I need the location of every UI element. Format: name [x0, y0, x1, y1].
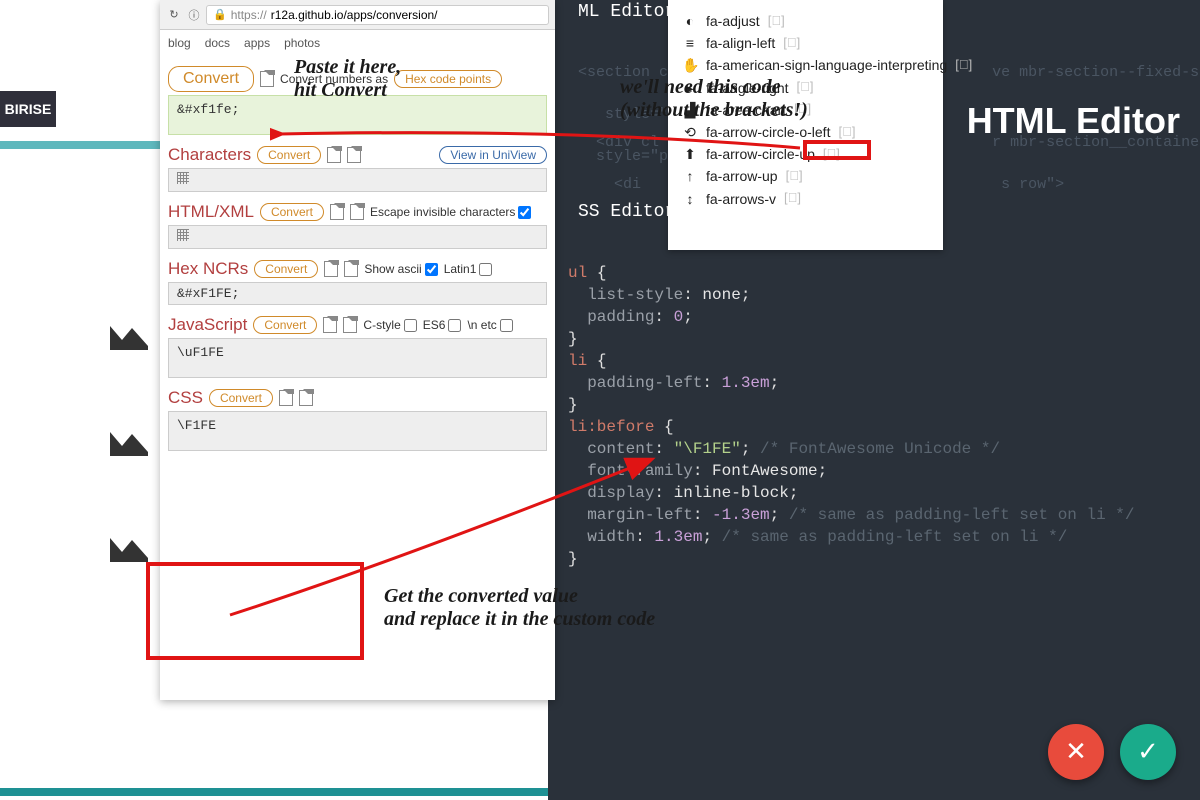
doc-icon[interactable] — [299, 390, 313, 406]
characters-output[interactable] — [168, 168, 547, 192]
fa-icon: ↕ — [682, 190, 698, 208]
doc-icon[interactable] — [343, 317, 357, 333]
fa-name: fa-arrow-circle-up — [706, 145, 815, 163]
css-title: CSS — [168, 388, 203, 408]
url-path: r12a.github.io/apps/conversion/ — [271, 8, 438, 22]
css-code-block[interactable]: ul { list-style: none; padding: 0; } li … — [568, 262, 1135, 570]
fa-list-item[interactable]: ✋fa-american-sign-language-interpreting … — [682, 54, 929, 76]
htmlxml-title: HTML/XML — [168, 202, 254, 222]
fa-icon: ◐ — [682, 12, 698, 30]
lock-icon: 🔒 — [213, 8, 227, 21]
doc-icon[interactable] — [347, 147, 361, 163]
css-output[interactable]: \F1FE — [168, 411, 547, 451]
copy-icon[interactable] — [327, 147, 341, 163]
fa-code: [] — [768, 13, 785, 30]
fa-name: fa-align-left — [706, 34, 775, 52]
htmlxml-convert-button[interactable]: Convert — [260, 203, 324, 221]
htmlxml-output[interactable] — [168, 225, 547, 249]
reload-icon[interactable]: ↻ — [166, 7, 182, 23]
fa-list-item[interactable]: ↑ fa-arrow-up [] — [682, 165, 929, 187]
fa-list-item[interactable]: ↕ fa-arrows-v [] — [682, 188, 929, 210]
copy-icon[interactable] — [323, 317, 337, 333]
javascript-title: JavaScript — [168, 315, 247, 335]
hexncrs-convert-button[interactable]: Convert — [254, 260, 318, 278]
site-nav: blog docs apps photos — [168, 34, 547, 56]
characters-title: Characters — [168, 145, 251, 165]
fontawesome-dropdown: ◐ fa-adjust [] ≡ fa-align-left [] ✋fa-amer… — [668, 0, 943, 250]
show-ascii-checkbox[interactable]: Show ascii — [364, 262, 437, 276]
nav-tab-docs[interactable]: docs — [205, 36, 230, 50]
fa-icon: ✋ — [682, 56, 698, 74]
n-etc-checkbox[interactable]: \n etc — [467, 318, 512, 332]
latin1-checkbox[interactable]: Latin1 — [444, 262, 493, 276]
nav-tab-photos[interactable]: photos — [284, 36, 320, 50]
copy-icon[interactable] — [330, 204, 344, 220]
fa-name: fa-american-sign-language-interpreting — [706, 56, 947, 74]
hexncrs-title: Hex NCRs — [168, 259, 248, 279]
area-chart-icon — [108, 320, 150, 352]
fa-code: [] — [783, 35, 800, 52]
cstyle-checkbox[interactable]: C-style — [363, 318, 416, 332]
copy-icon[interactable] — [260, 71, 274, 87]
fa-code: [] — [955, 57, 972, 74]
glyph-placeholder-icon — [177, 172, 189, 184]
copy-icon[interactable] — [324, 261, 338, 277]
cancel-button[interactable]: ✕ — [1048, 724, 1104, 780]
fa-list-item[interactable]: ≡ fa-align-left [] — [682, 32, 929, 54]
highlight-box-code — [803, 140, 871, 160]
fa-icon: ↑ — [682, 167, 698, 185]
convert-button[interactable]: Convert — [168, 66, 254, 92]
javascript-convert-button[interactable]: Convert — [253, 316, 317, 334]
info-icon[interactable]: ⓘ — [186, 7, 202, 23]
hex-code-points-pill[interactable]: Hex code points — [394, 70, 502, 88]
characters-convert-button[interactable]: Convert — [257, 146, 321, 164]
area-chart-icon — [108, 532, 150, 564]
url-field[interactable]: 🔒 https:// r12a.github.io/apps/conversion… — [206, 5, 549, 25]
copy-icon[interactable] — [279, 390, 293, 406]
fa-code: [] — [784, 190, 801, 207]
nav-tab-blog[interactable]: blog — [168, 36, 191, 50]
nav-tab-apps[interactable]: apps — [244, 36, 270, 50]
fa-list-item[interactable]: ◐ fa-adjust [] — [682, 10, 929, 32]
fa-name: fa-arrow-up — [706, 167, 778, 185]
fa-name: fa-adjust — [706, 12, 760, 30]
brand-bar: BIRISE — [0, 91, 56, 127]
confirm-button[interactable]: ✓ — [1120, 724, 1176, 780]
fa-icon: ≡ — [682, 34, 698, 52]
annotation-paste-here: Paste it here,hit Convert — [294, 56, 401, 102]
view-in-uniview-button[interactable]: View in UniView — [439, 146, 547, 164]
address-bar: ↻ ⓘ 🔒 https:// r12a.github.io/apps/conver… — [160, 0, 555, 30]
fa-icon: ⬆ — [682, 145, 698, 163]
javascript-output[interactable]: \uF1FE — [168, 338, 547, 378]
hexncrs-output[interactable]: &#xF1FE; — [168, 282, 547, 305]
area-chart-icon — [108, 426, 150, 458]
doc-icon[interactable] — [350, 204, 364, 220]
url-scheme: https:// — [231, 8, 267, 22]
highlight-box-css-output — [146, 562, 364, 660]
fa-code: [] — [786, 168, 803, 185]
fa-name: fa-arrows-v — [706, 190, 776, 208]
fa-icon: ⟲ — [682, 123, 698, 141]
css-convert-button[interactable]: Convert — [209, 389, 273, 407]
es6-checkbox[interactable]: ES6 — [423, 318, 462, 332]
escape-invisible-checkbox[interactable]: Escape invisible characters — [370, 205, 531, 219]
glyph-placeholder-icon — [177, 229, 189, 241]
fa-name: fa-arrow-circle-o-left — [706, 123, 830, 141]
annotation-need-code: we'll need this code(without the bracket… — [620, 76, 808, 122]
doc-icon[interactable] — [344, 261, 358, 277]
annotation-get-value: Get the converted valueand replace it in… — [384, 585, 655, 631]
fa-code: [] — [838, 124, 855, 141]
